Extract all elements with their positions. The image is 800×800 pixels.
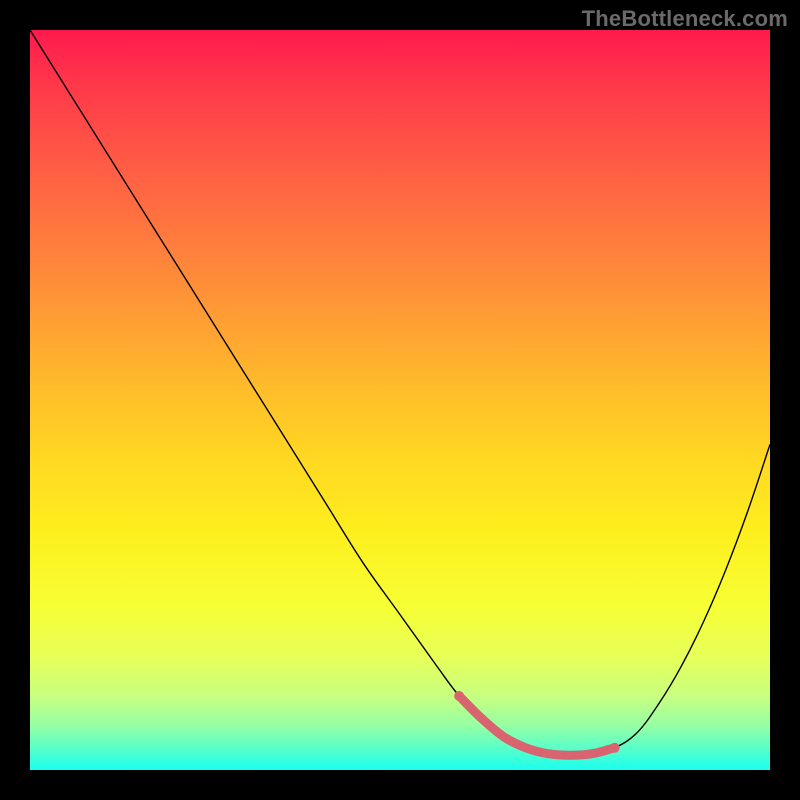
watermark-text: TheBottleneck.com	[582, 6, 788, 32]
